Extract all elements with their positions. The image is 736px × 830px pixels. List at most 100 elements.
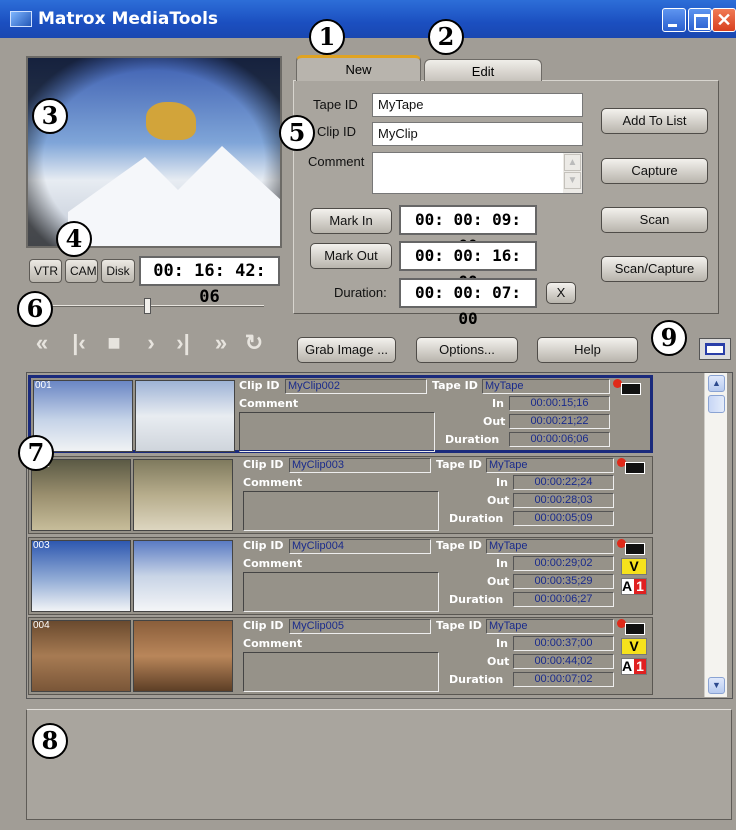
next-frame-icon[interactable]: ›|: [169, 331, 197, 355]
clip-row[interactable]: 003 Clip ID MyClip004 Tape ID MyTape Comment I…: [28, 537, 653, 615]
clip-row[interactable]: 004 Clip ID MyClip005 Tape ID MyTape Comment I…: [28, 617, 653, 695]
audio-track-badge: A1: [621, 658, 647, 675]
maximize-button[interactable]: [688, 8, 712, 32]
duration-label: Duration: [445, 433, 500, 446]
in-timecode[interactable]: 00:00:37;00: [513, 636, 614, 651]
vtr-button[interactable]: VTR: [29, 259, 62, 283]
mark-in-button[interactable]: Mark In: [310, 208, 392, 234]
callout-2: 2: [428, 19, 464, 55]
in-timecode[interactable]: 00:00:15;16: [509, 396, 610, 411]
tape-id-value[interactable]: MyTape: [486, 539, 614, 554]
callout-7: 7: [18, 435, 54, 471]
scan-capture-button[interactable]: Scan/Capture: [601, 256, 708, 282]
clip-comment-field[interactable]: [239, 412, 435, 452]
tape-id-label: Tape ID: [313, 97, 358, 112]
options-button[interactable]: Options...: [416, 337, 518, 363]
title-bar: Matrox MediaTools ✕: [0, 0, 736, 38]
loop-icon[interactable]: ↻: [240, 331, 268, 355]
out-timecode[interactable]: 00:00:35;29: [513, 574, 614, 589]
audio-track-letter: A: [622, 658, 633, 674]
scan-button[interactable]: Scan: [601, 207, 708, 233]
video-track-badge: V: [621, 558, 647, 575]
clip-thumbnail-out: [133, 459, 233, 531]
callout-5: 5: [279, 115, 315, 151]
preview-snowboarder: [146, 102, 196, 140]
capture-button[interactable]: Capture: [601, 158, 708, 184]
audio-track-badge: A1: [621, 578, 647, 595]
disk-button[interactable]: Disk: [101, 259, 135, 283]
rewind-icon[interactable]: «: [28, 331, 56, 355]
preview-mountain: [68, 146, 280, 246]
comment-label: Comment: [243, 476, 303, 489]
clip-id-value[interactable]: MyClip003: [289, 458, 431, 473]
callout-6: 6: [17, 291, 53, 327]
clip-thumbnail-out: [133, 620, 233, 692]
in-timecode[interactable]: 00:00:22;24: [513, 475, 614, 490]
scroll-down-icon[interactable]: ▼: [564, 172, 581, 189]
scroll-up-icon[interactable]: ▲: [564, 154, 581, 171]
tape-id-label: Tape ID: [436, 539, 482, 552]
help-button[interactable]: Help: [537, 337, 638, 363]
out-label: Out: [487, 494, 510, 507]
capture-status-icon: [617, 619, 647, 636]
out-timecode[interactable]: 00:00:28;03: [513, 493, 614, 508]
comment-field[interactable]: [372, 152, 583, 194]
add-to-list-button[interactable]: Add To List: [601, 108, 708, 134]
duration-timecode: 00: 00: 07: 00: [399, 278, 537, 328]
audio-track-number: 1: [634, 659, 646, 674]
clear-duration-button[interactable]: X: [546, 282, 576, 304]
minimize-button[interactable]: [662, 8, 686, 32]
callout-3: 3: [32, 98, 68, 134]
clip-id-label: Clip ID: [243, 539, 284, 552]
clip-id-value[interactable]: MyClip004: [289, 539, 431, 554]
capture-status-icon: [613, 379, 643, 396]
clip-number: 003: [33, 540, 50, 551]
window-icon: [705, 343, 725, 355]
in-label: In: [496, 637, 508, 650]
previous-frame-icon[interactable]: |‹: [65, 331, 93, 355]
tape-id-value[interactable]: MyTape: [486, 619, 614, 634]
stop-icon[interactable]: ■: [100, 331, 128, 355]
tab-new[interactable]: New: [296, 55, 421, 81]
tape-id-value[interactable]: MyTape: [486, 458, 614, 473]
duration-timecode: 00:00:06;27: [513, 592, 614, 607]
scroll-down-icon[interactable]: ▼: [708, 677, 725, 694]
clip-info-panel: [26, 709, 732, 820]
out-label: Out: [487, 655, 510, 668]
tape-id-label: Tape ID: [432, 379, 478, 392]
clip-number: 001: [35, 380, 52, 391]
grab-image-button[interactable]: Grab Image ...: [297, 337, 396, 363]
toggle-view-button[interactable]: [699, 338, 731, 360]
callout-4: 4: [56, 221, 92, 257]
close-button[interactable]: ✕: [712, 8, 736, 32]
clip-id-label: Clip ID: [239, 379, 280, 392]
in-timecode[interactable]: 00:00:29;02: [513, 556, 614, 571]
clip-comment-field[interactable]: [243, 652, 439, 692]
tab-edit[interactable]: Edit: [424, 59, 542, 81]
callout-8: 8: [32, 723, 68, 759]
out-timecode[interactable]: 00:00:21;22: [509, 414, 610, 429]
clip-list-scrollbar[interactable]: ▲ ▼: [704, 373, 727, 697]
mark-out-timecode[interactable]: 00: 00: 16: 00: [399, 241, 537, 291]
clip-row[interactable]: 002Clip IDMyClip003Tape IDMyTapeCommentI…: [28, 456, 653, 534]
clip-id-field[interactable]: MyClip: [372, 122, 583, 146]
cam-button[interactable]: CAM: [65, 259, 98, 283]
play-icon[interactable]: ›: [137, 331, 165, 355]
clip-comment-field[interactable]: [243, 491, 439, 531]
fast-forward-icon[interactable]: »: [207, 331, 235, 355]
tape-id-field[interactable]: MyTape: [372, 93, 583, 117]
duration-timecode: 00:00:05;09: [513, 511, 614, 526]
clip-id-value[interactable]: MyClip005: [289, 619, 431, 634]
mark-in-timecode[interactable]: 00: 00: 09: 00: [399, 205, 537, 255]
comment-scrollbar[interactable]: ▲ ▼: [563, 153, 582, 193]
scrollbar-thumb[interactable]: [708, 395, 725, 413]
mark-out-button[interactable]: Mark Out: [310, 243, 392, 269]
jog-slider-thumb[interactable]: [144, 298, 152, 314]
clip-comment-field[interactable]: [243, 572, 439, 612]
clip-id-value[interactable]: MyClip002: [285, 379, 427, 394]
comment-label: Comment: [308, 154, 365, 169]
out-timecode[interactable]: 00:00:44;02: [513, 654, 614, 669]
scroll-up-icon[interactable]: ▲: [708, 375, 725, 392]
clip-row[interactable]: 001 Clip ID MyClip002 Tape ID MyTape Comment I…: [28, 375, 653, 453]
tape-id-value[interactable]: MyTape: [482, 379, 610, 394]
